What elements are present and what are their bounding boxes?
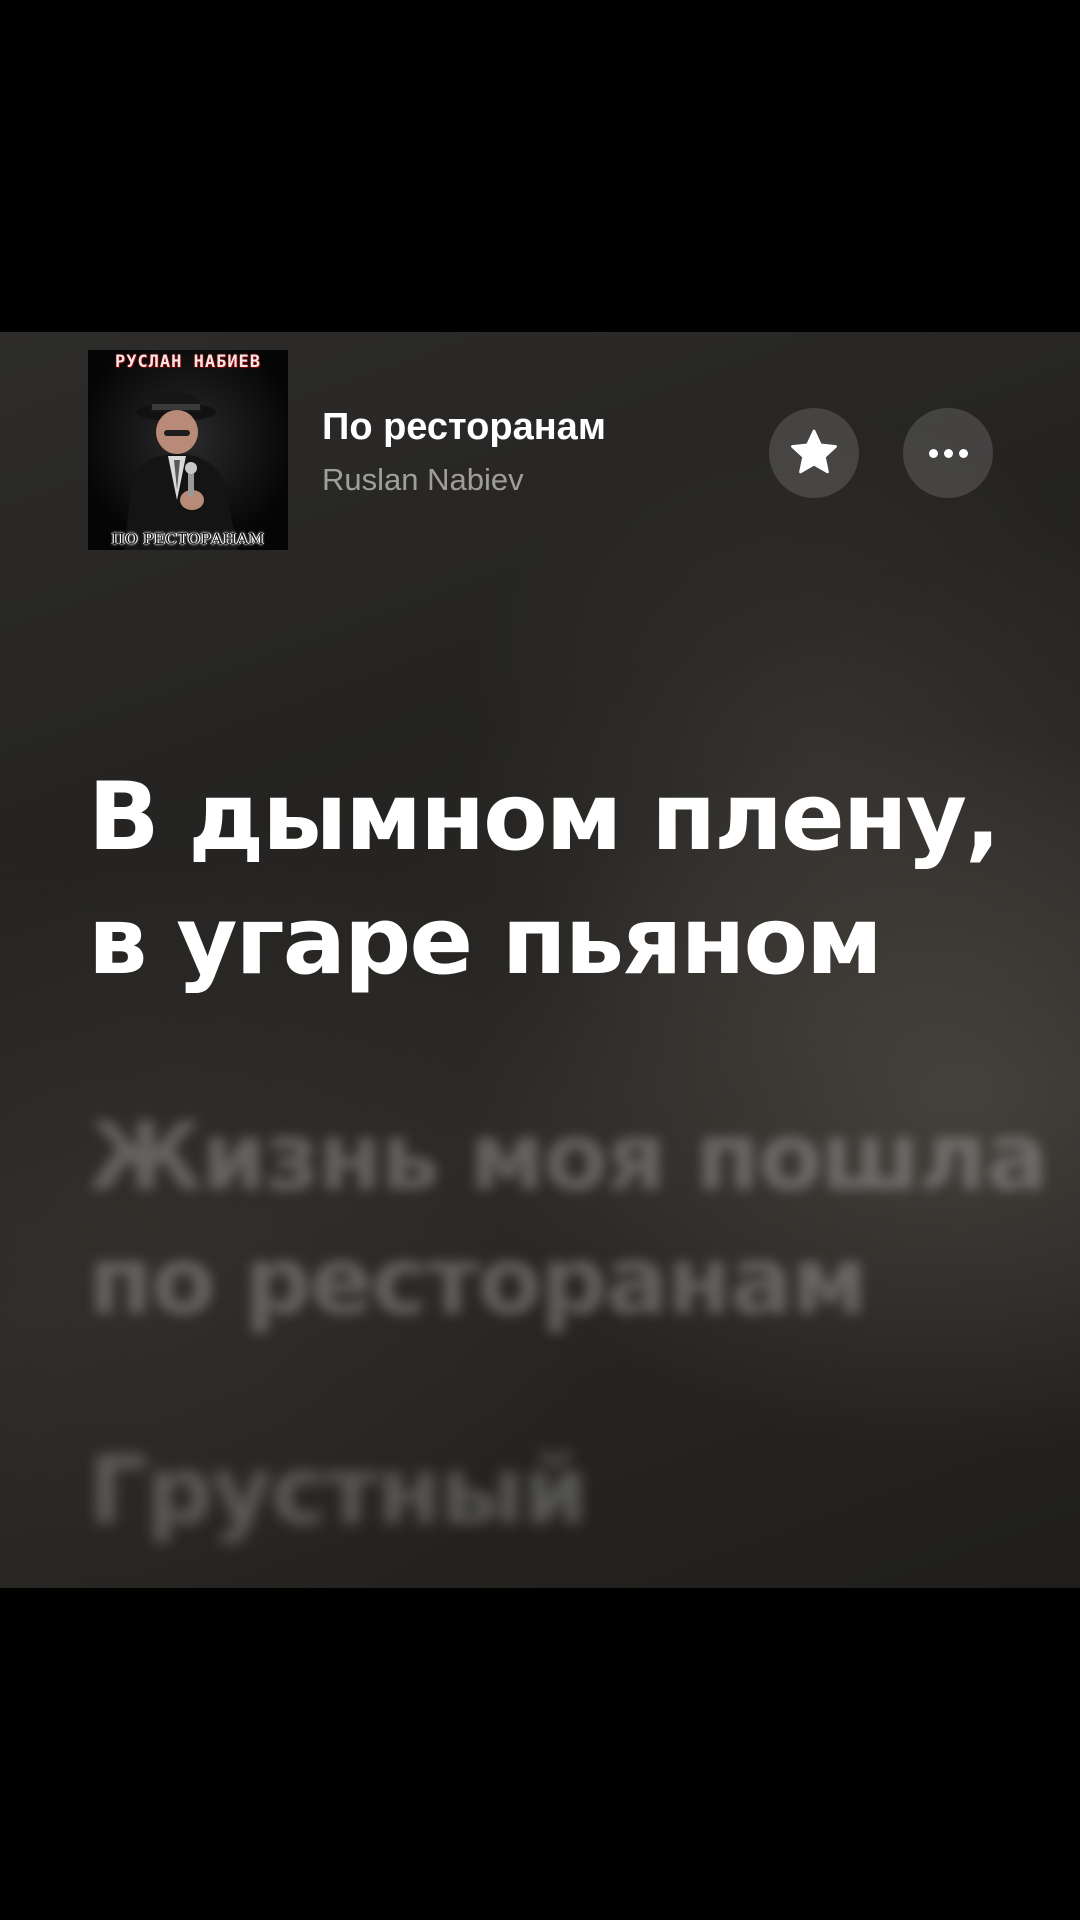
lyric-line-upcoming[interactable]: Жизнь моя пошла по ресторанам (88, 1096, 1049, 1344)
more-options-button[interactable] (903, 408, 993, 498)
star-icon (791, 429, 837, 474)
lyric-line: в угаре пьяном (88, 887, 883, 996)
lyric-line: по ресторанам (88, 1227, 868, 1336)
lyrics-player: РУСЛАН НАБИЕВ ПО РЕСТОРАНАМ По ресторана… (0, 332, 1080, 1588)
lyric-line: Грустный (88, 1437, 588, 1546)
lyric-line: Жизнь моя пошла (88, 1103, 1049, 1212)
screen: РУСЛАН НАБИЕВ ПО РЕСТОРАНАМ По ресторана… (0, 0, 1080, 1920)
album-cover-text-top: РУСЛАН НАБИЕВ (114, 352, 262, 372)
favorite-button[interactable] (769, 408, 859, 498)
track-artist[interactable]: Ruslan Nabiev (322, 462, 524, 498)
lyric-line-later[interactable]: Грустный (88, 1430, 1018, 1554)
lyric-line-active[interactable]: В дымном плену, в угаре пьяном (88, 756, 1018, 1004)
album-cover-text-bottom: ПО РЕСТОРАНАМ (111, 530, 265, 548)
album-art[interactable]: РУСЛАН НАБИЕВ ПО РЕСТОРАНАМ (88, 350, 288, 550)
ellipsis-icon (928, 448, 968, 458)
track-title[interactable]: По ресторанам (322, 406, 606, 449)
album-photo (88, 350, 288, 550)
lyric-line: В дымном плену, (88, 763, 1001, 872)
